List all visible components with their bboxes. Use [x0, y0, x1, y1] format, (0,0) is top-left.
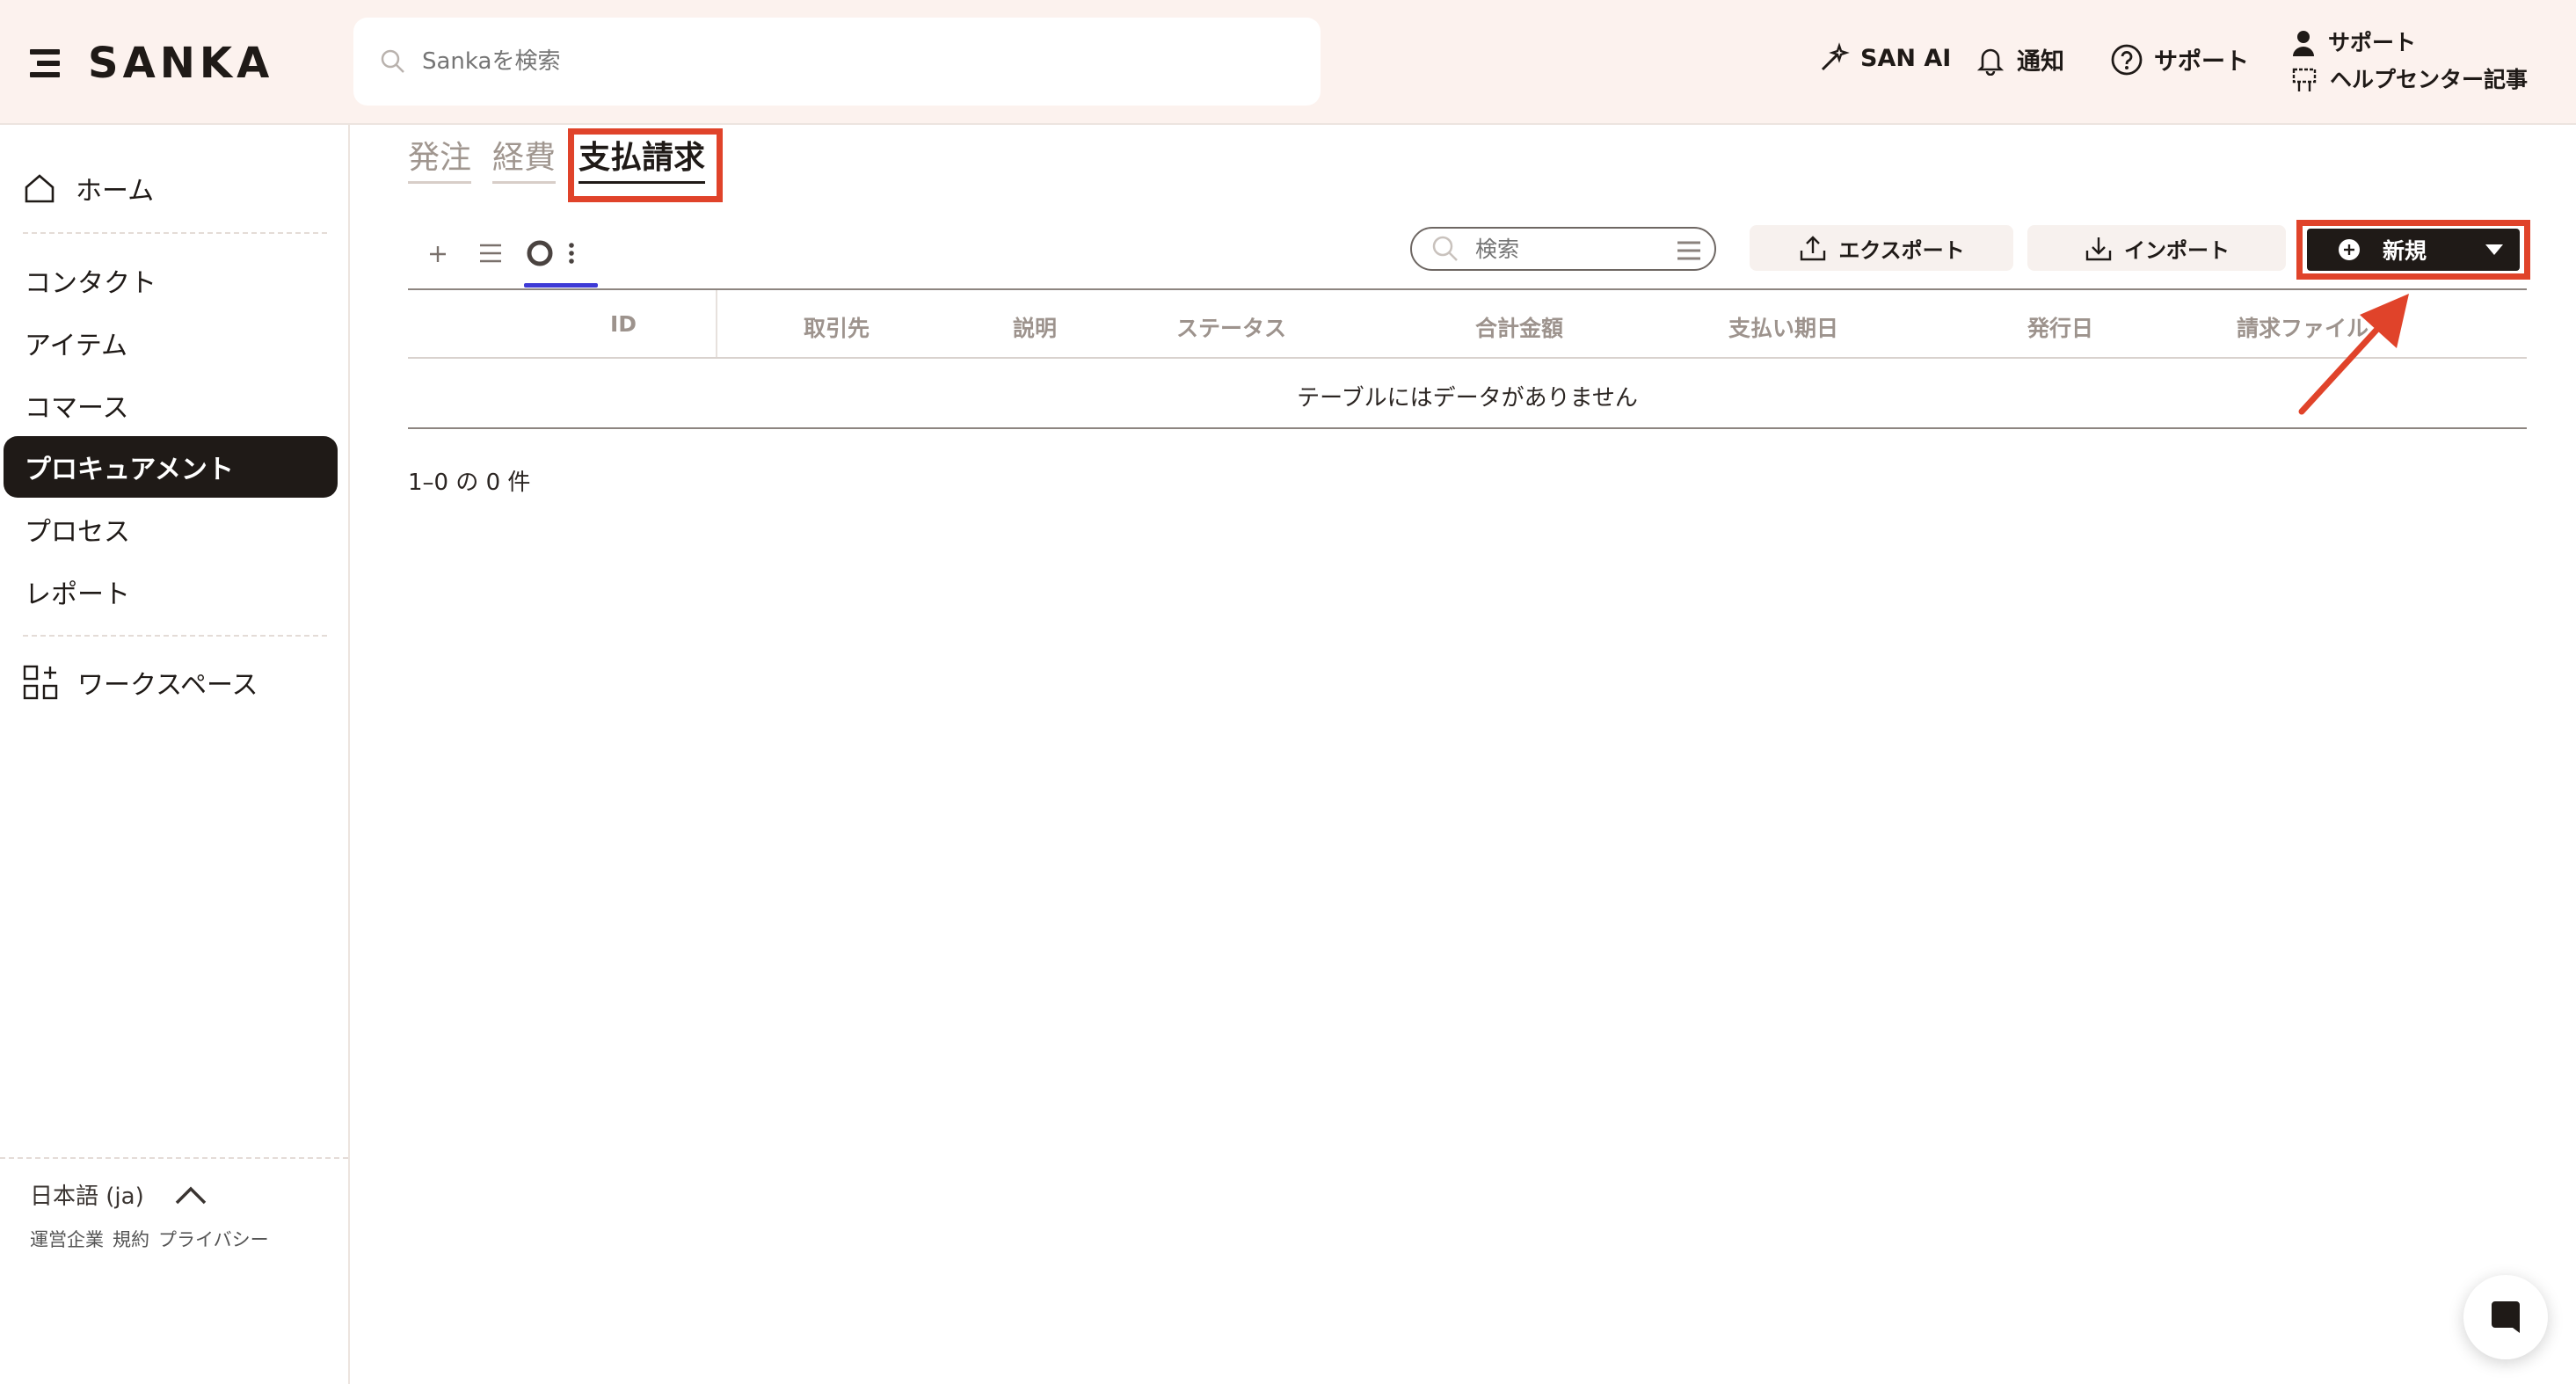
chevron-up-icon: [175, 1186, 206, 1204]
sidebar-divider: [23, 635, 327, 637]
sidebar-item-process[interactable]: プロセス: [4, 499, 338, 560]
home-icon: [25, 174, 55, 203]
circle-view-icon[interactable]: [522, 236, 557, 271]
id-column-separator: [716, 290, 717, 357]
sidebar-item-label: ワークスペース: [77, 670, 258, 701]
add-view-icon[interactable]: [420, 236, 455, 271]
download-icon: [2085, 237, 2112, 261]
export-label: エクスポート: [1838, 237, 1965, 263]
import-label: インポート: [2124, 237, 2230, 263]
new-label: 新規: [2383, 238, 2427, 264]
account-support-label: サポート: [2328, 30, 2417, 55]
sidebar-item-label: アイテム: [25, 331, 127, 361]
table-header-border: [408, 357, 2527, 359]
sidebar-item-procurement[interactable]: プロキュアメント: [4, 436, 338, 498]
global-search-input[interactable]: [422, 48, 1213, 75]
new-button[interactable]: 新規: [2307, 229, 2520, 271]
support-label: サポート: [2154, 48, 2249, 76]
help-center-row[interactable]: ヘルプセンター記事: [2291, 62, 2528, 98]
notifications-label: 通知: [2017, 48, 2064, 76]
sidebar-footer-divider: [0, 1157, 348, 1159]
filter-menu-icon[interactable]: [1676, 239, 1702, 262]
top-header: SANKA SAN AI 通知 サポート サポート ヘルプセンター記事: [0, 0, 2576, 125]
account-menu[interactable]: サポート ヘルプセンター記事: [2291, 25, 2528, 98]
caret-down-icon[interactable]: [2485, 243, 2504, 257]
record-count: 1–0 の 0 件: [408, 470, 531, 496]
list-view-icon[interactable]: [473, 236, 508, 271]
notifications-button[interactable]: 通知: [1975, 42, 2064, 76]
tab-purchase-order[interactable]: 発注: [408, 132, 472, 184]
help-circle-icon: [2111, 44, 2143, 75]
sidebar-item-label: プロキュアメント: [25, 455, 234, 485]
workspace-grid-icon: [23, 665, 58, 700]
annotation-arrow-icon: [2298, 294, 2409, 415]
sidebar-item-label: レポート: [25, 579, 130, 610]
sidebar-item-label: コマース: [25, 393, 129, 424]
chat-icon: [2492, 1301, 2520, 1333]
sidebar-item-workspace[interactable]: ワークスペース: [23, 663, 258, 702]
tab-highlight-box: [568, 128, 723, 202]
table-search-input[interactable]: [1475, 236, 1651, 262]
table-search[interactable]: [1410, 227, 1716, 271]
sidebar-item-label: プロセス: [25, 517, 130, 548]
tab-expenses[interactable]: 経費: [492, 132, 557, 184]
user-icon: [2293, 31, 2314, 56]
sidebar-divider: [23, 232, 327, 234]
export-button[interactable]: エクスポート: [1750, 225, 2013, 271]
column-header-total[interactable]: 合計金額: [1475, 311, 1563, 343]
empty-table-message: テーブルにはデータがありません: [1297, 385, 1638, 412]
logo[interactable]: SANKA: [30, 39, 273, 88]
global-search[interactable]: [353, 18, 1321, 106]
sidebar-item-reports[interactable]: レポート: [4, 561, 338, 623]
magic-wand-icon: [1821, 42, 1850, 71]
support-button[interactable]: サポート: [2110, 42, 2249, 76]
sidebar-item-commerce[interactable]: コマース: [4, 375, 338, 436]
san-ai-button[interactable]: SAN AI: [1818, 42, 1951, 74]
column-header-due-date[interactable]: 支払い期日: [1728, 311, 1838, 343]
bell-icon: [1976, 48, 2005, 76]
table-bottom-border: [408, 427, 2527, 429]
search-icon: [381, 49, 404, 73]
language-label: 日本語 (ja): [30, 1184, 144, 1210]
upload-icon: [1801, 236, 1826, 261]
sidebar-item-home[interactable]: ホーム: [23, 169, 154, 208]
footer-links: 運営企業 規約 プライバシー: [30, 1226, 269, 1252]
active-view-underline: [524, 283, 598, 288]
help-center-label: ヘルプセンター記事: [2330, 67, 2529, 92]
sidebar-item-label: コンタクト: [25, 268, 156, 299]
footer-link-terms[interactable]: 規約: [113, 1226, 149, 1252]
language-selector[interactable]: 日本語 (ja): [30, 1178, 207, 1211]
search-icon: [1432, 236, 1458, 261]
column-header-partner[interactable]: 取引先: [804, 311, 870, 343]
view-toolbar: [420, 236, 582, 271]
sidebar-item-contacts[interactable]: コンタクト: [4, 250, 338, 311]
footer-link-privacy[interactable]: プライバシー: [158, 1226, 269, 1252]
logo-text: SANKA: [88, 39, 274, 88]
import-button[interactable]: インポート: [2027, 225, 2286, 271]
sidebar-item-label: ホーム: [76, 176, 155, 207]
account-support-row[interactable]: サポート: [2291, 25, 2528, 62]
help-center-icon: [2292, 68, 2317, 91]
table-top-border: [408, 288, 2527, 290]
column-header-issue-date[interactable]: 発行日: [2027, 311, 2093, 343]
san-ai-label: SAN AI: [1860, 44, 1952, 72]
plus-circle-icon: [2339, 239, 2360, 260]
more-vertical-icon[interactable]: [561, 236, 582, 271]
column-header-description[interactable]: 説明: [1013, 311, 1057, 343]
sidebar-item-items[interactable]: アイテム: [4, 312, 338, 374]
column-header-status[interactable]: ステータス: [1176, 311, 1286, 343]
footer-link-company[interactable]: 運営企業: [30, 1226, 104, 1252]
chat-widget-button[interactable]: [2463, 1275, 2548, 1359]
logo-mark-icon: [30, 46, 65, 81]
column-header-id[interactable]: ID: [610, 311, 637, 337]
